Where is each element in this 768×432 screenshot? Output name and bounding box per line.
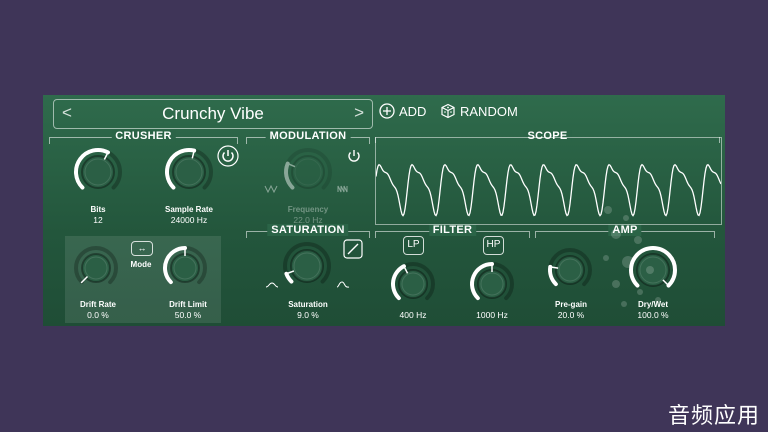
preset-selector[interactable]: < Crunchy Vibe > (53, 99, 373, 129)
hard-clip-icon (336, 281, 350, 288)
saturation-title: SATURATION (267, 224, 349, 236)
filter-section: FILTER (375, 224, 530, 238)
watermark: 音频应用 (667, 404, 760, 429)
lp-knob[interactable] (390, 261, 436, 307)
preset-next-button[interactable]: > (354, 103, 364, 123)
frequency-value: 22.0 Hz (293, 215, 323, 225)
drift-limit-value: 50.0 % (174, 310, 202, 320)
plugin-window: < Crunchy Vibe > ADD RANDOM CRUSHER MODU… (43, 95, 725, 326)
random-button[interactable]: RANDOM (440, 103, 518, 119)
sample-rate-label: Sample Rate (164, 205, 214, 214)
hp-knob[interactable] (469, 261, 515, 307)
drift-rate-value: 0.0 % (87, 310, 109, 320)
dice-icon (441, 103, 455, 119)
drift-rate-label: Drift Rate (79, 300, 117, 309)
frequency-knob[interactable] (283, 147, 333, 197)
saturation-value: 9.0 % (297, 310, 319, 320)
random-label: RANDOM (460, 103, 518, 119)
sample-rate-knob[interactable] (164, 147, 214, 197)
add-button[interactable]: ADD (379, 103, 426, 119)
bits-label: Bits (90, 205, 106, 214)
mode-label: Mode (130, 260, 152, 269)
dry-wet-value: 100.0 % (637, 310, 669, 320)
lp-button[interactable]: LP (403, 236, 424, 255)
drift-limit-knob[interactable] (162, 245, 208, 291)
saturation-section: SATURATION (246, 224, 370, 238)
pre-gain-label: Pre-gain (554, 300, 588, 309)
frequency-label: Frequency (287, 205, 329, 214)
pre-gain-knob[interactable] (547, 247, 593, 293)
modulation-section: MODULATION (246, 130, 370, 144)
pre-gain-value: 20.0 % (557, 310, 585, 320)
sample-rate-value: 24000 Hz (170, 215, 208, 225)
soft-clip-icon (265, 282, 279, 288)
saturation-curve-button[interactable] (343, 239, 363, 259)
triangle-wave-icon (264, 185, 278, 193)
preset-name: Crunchy Vibe (162, 104, 264, 123)
saturation-label: Saturation (288, 300, 328, 309)
drift-rate-knob[interactable] (73, 245, 119, 291)
scope-waveform (375, 163, 722, 217)
hp-button[interactable]: HP (483, 236, 504, 255)
saturation-knob[interactable] (282, 241, 332, 291)
plus-circle-icon (379, 103, 395, 119)
crusher-title: CRUSHER (111, 130, 176, 142)
add-label: ADD (399, 103, 427, 119)
bits-value: 12 (93, 215, 103, 225)
hp-value: 1000 Hz (476, 310, 508, 320)
modulation-title: MODULATION (265, 130, 351, 142)
crusher-power-icon[interactable] (217, 145, 239, 167)
drift-limit-label: Drift Limit (169, 300, 207, 309)
bits-knob[interactable] (73, 147, 123, 197)
mode-button[interactable]: ↔ (131, 241, 153, 256)
saw-wave-icon (337, 185, 348, 193)
arrows-horizontal-icon: ↔ (137, 243, 147, 253)
lp-value: 400 Hz (399, 310, 427, 320)
crusher-section: CRUSHER (49, 130, 238, 144)
scope-display (375, 137, 722, 225)
modulation-power-icon[interactable] (345, 147, 363, 165)
decorative-dots (603, 206, 661, 307)
